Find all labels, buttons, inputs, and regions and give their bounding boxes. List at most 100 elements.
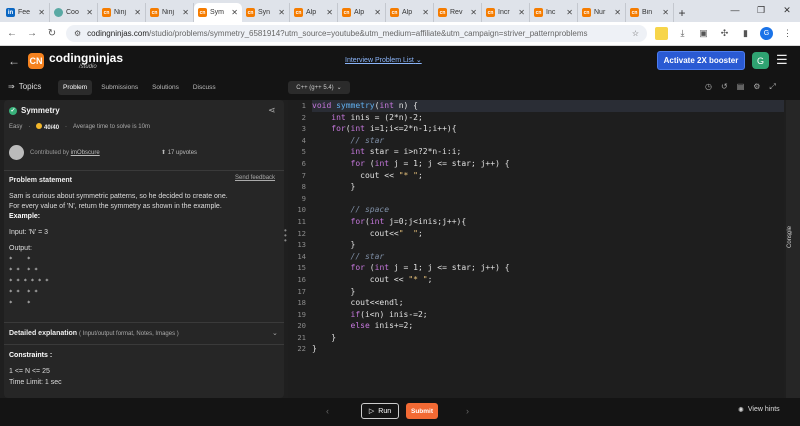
- browser-tab[interactable]: cn Alp ✕: [338, 3, 386, 22]
- close-tab-icon[interactable]: ✕: [231, 8, 238, 17]
- interview-problem-list-link[interactable]: Interview Problem List ⌄: [345, 56, 422, 64]
- close-tab-icon[interactable]: ✕: [518, 8, 525, 17]
- new-tab-icon[interactable]: +: [674, 3, 690, 22]
- activate-booster-button[interactable]: Activate 2X booster: [657, 51, 745, 70]
- browser-tab[interactable]: cn Syn ✕: [242, 3, 290, 22]
- code-line[interactable]: else inis+=2;: [312, 320, 784, 332]
- code-line[interactable]: }: [312, 343, 784, 355]
- close-tab-icon[interactable]: ✕: [662, 8, 669, 17]
- browser-tab[interactable]: cn Bin ✕: [626, 3, 674, 22]
- browser-tab[interactable]: cn Rev ✕: [434, 3, 482, 22]
- code-line[interactable]: int star = i>n?2*n-i:i;: [312, 146, 784, 158]
- close-tab-icon[interactable]: ✕: [86, 8, 93, 17]
- close-tab-icon[interactable]: ✕: [38, 8, 45, 17]
- chevron-down-icon[interactable]: ⌄: [272, 329, 278, 337]
- next-problem-icon[interactable]: ›: [466, 406, 469, 416]
- back-icon[interactable]: ←: [6, 28, 18, 39]
- profile-avatar[interactable]: G: [760, 27, 773, 40]
- send-feedback-link[interactable]: Send feedback: [235, 175, 275, 181]
- code-line[interactable]: cout<<endl;: [312, 297, 784, 309]
- run-button[interactable]: ▷ Run: [361, 403, 399, 419]
- close-tab-icon[interactable]: ✕: [278, 8, 285, 17]
- code-line[interactable]: }: [312, 239, 784, 251]
- code-line[interactable]: cout << "* ";: [312, 274, 784, 286]
- code-line[interactable]: int inis = (2*n)-2;: [312, 112, 784, 124]
- browser-tab[interactable]: cn Nur ✕: [578, 3, 626, 22]
- close-tab-icon[interactable]: ✕: [614, 8, 621, 17]
- close-tab-icon[interactable]: ✕: [566, 8, 573, 17]
- browser-tab[interactable]: cn Alp ✕: [386, 3, 434, 22]
- timer-icon[interactable]: ◷: [705, 82, 712, 92]
- settings-icon[interactable]: ⚙: [753, 82, 760, 92]
- browser-tab[interactable]: cn Sym ✕: [194, 3, 242, 22]
- url-field[interactable]: ⚙ codingninjas.com/studio/problems/symme…: [66, 25, 647, 42]
- code-line[interactable]: // star: [312, 251, 784, 263]
- browser-tab[interactable]: Coo ✕: [50, 3, 98, 22]
- code-line[interactable]: void symmetry(int n) {: [312, 100, 784, 112]
- resize-handle-icon[interactable]: • • •: [284, 227, 287, 245]
- download-icon[interactable]: ⤓: [676, 27, 689, 40]
- code-line[interactable]: [312, 193, 784, 205]
- layout-icon[interactable]: ▤: [737, 82, 745, 92]
- browser-tab[interactable]: in Fee ✕: [2, 3, 50, 22]
- user-avatar[interactable]: G: [752, 52, 769, 69]
- close-tab-icon[interactable]: ✕: [374, 8, 381, 17]
- upvotes[interactable]: ⬆ 17 upvotes: [161, 149, 197, 156]
- browser-tab[interactable]: cn Alp ✕: [290, 3, 338, 22]
- bookmark-star-icon[interactable]: ☆: [632, 29, 639, 38]
- minimize-icon[interactable]: —: [722, 0, 748, 20]
- code-line[interactable]: }: [312, 286, 784, 298]
- console-tab[interactable]: ‹ Console: [786, 100, 800, 398]
- back-arrow-icon[interactable]: ←: [8, 54, 28, 68]
- restore-icon[interactable]: ❐: [748, 0, 774, 20]
- code-line[interactable]: if(i<n) inis-=2;: [312, 309, 784, 321]
- codingninjas-logo[interactable]: CN codingninjas /studio: [28, 52, 123, 70]
- close-tab-icon[interactable]: ✕: [134, 8, 141, 17]
- view-hints-button[interactable]: ✺ View hints: [738, 406, 780, 414]
- code-line[interactable]: for(int i=1;i<=2*n-1;i++){: [312, 123, 784, 135]
- code-line[interactable]: for (int j = 1; j <= star; j++) {: [312, 262, 784, 274]
- tab-solutions[interactable]: Solutions: [147, 80, 184, 95]
- close-tab-icon[interactable]: ✕: [182, 8, 189, 17]
- code-line[interactable]: cout << "* ";: [312, 170, 784, 182]
- code-line[interactable]: // space: [312, 204, 784, 216]
- share-icon[interactable]: ⋖: [268, 105, 276, 116]
- browser-tab[interactable]: cn Ninj ✕: [98, 3, 146, 22]
- reset-icon[interactable]: ↺: [721, 82, 728, 92]
- close-tab-icon[interactable]: ✕: [422, 8, 429, 17]
- topics-button[interactable]: ⇒ Topics: [8, 82, 41, 91]
- reload-icon[interactable]: ↻: [46, 28, 58, 39]
- code-line[interactable]: }: [312, 181, 784, 193]
- code-editor[interactable]: 1 2 3 4 5 6 7 8 9 10 11 12 13 14 15 16 17 18 19 20 21 22 void…: [288, 100, 784, 398]
- hamburger-menu-icon[interactable]: ☰: [776, 53, 788, 67]
- code-line[interactable]: cout<<" ";: [312, 228, 784, 240]
- site-info-icon[interactable]: ⚙: [74, 29, 81, 38]
- browser-menu-icon[interactable]: ⋮: [781, 27, 794, 40]
- side-panel-icon[interactable]: ▮: [739, 27, 752, 40]
- code-line[interactable]: // star: [312, 135, 784, 147]
- tab-discuss[interactable]: Discuss: [188, 80, 221, 95]
- extension-save-icon[interactable]: ▣: [697, 27, 710, 40]
- extension-icon[interactable]: [655, 27, 668, 40]
- tab-problem[interactable]: Problem: [58, 80, 93, 95]
- code-line[interactable]: }: [312, 332, 784, 344]
- close-window-icon[interactable]: ✕: [774, 0, 800, 20]
- detailed-explanation-toggle[interactable]: Detailed explanation ( Input/output form…: [9, 330, 179, 337]
- browser-tab[interactable]: cn Inc ✕: [530, 3, 578, 22]
- browser-tab[interactable]: cn Incr ✕: [482, 3, 530, 22]
- fullscreen-icon[interactable]: ⤢: [769, 82, 775, 92]
- code-line[interactable]: for(int j=0;j<inis;j++){: [312, 216, 784, 228]
- browser-tab[interactable]: cn Ninj ✕: [146, 3, 194, 22]
- tab-submissions[interactable]: Submissions: [96, 80, 143, 95]
- extensions-puzzle-icon[interactable]: ✣: [718, 27, 731, 40]
- forward-icon[interactable]: →: [26, 28, 38, 39]
- contributor-link[interactable]: imObscure: [71, 150, 100, 156]
- close-tab-icon[interactable]: ✕: [470, 8, 477, 17]
- language-select[interactable]: C++ (g++ 5.4) ⌄: [288, 81, 350, 94]
- code-area[interactable]: void symmetry(int n) { int inis = (2*n)-…: [312, 100, 784, 355]
- line-number: 15: [297, 263, 306, 273]
- submit-button[interactable]: Submit: [406, 403, 438, 419]
- previous-problem-icon[interactable]: ‹: [326, 406, 329, 416]
- close-tab-icon[interactable]: ✕: [326, 8, 333, 17]
- code-line[interactable]: for (int j = 1; j <= star; j++) {: [312, 158, 784, 170]
